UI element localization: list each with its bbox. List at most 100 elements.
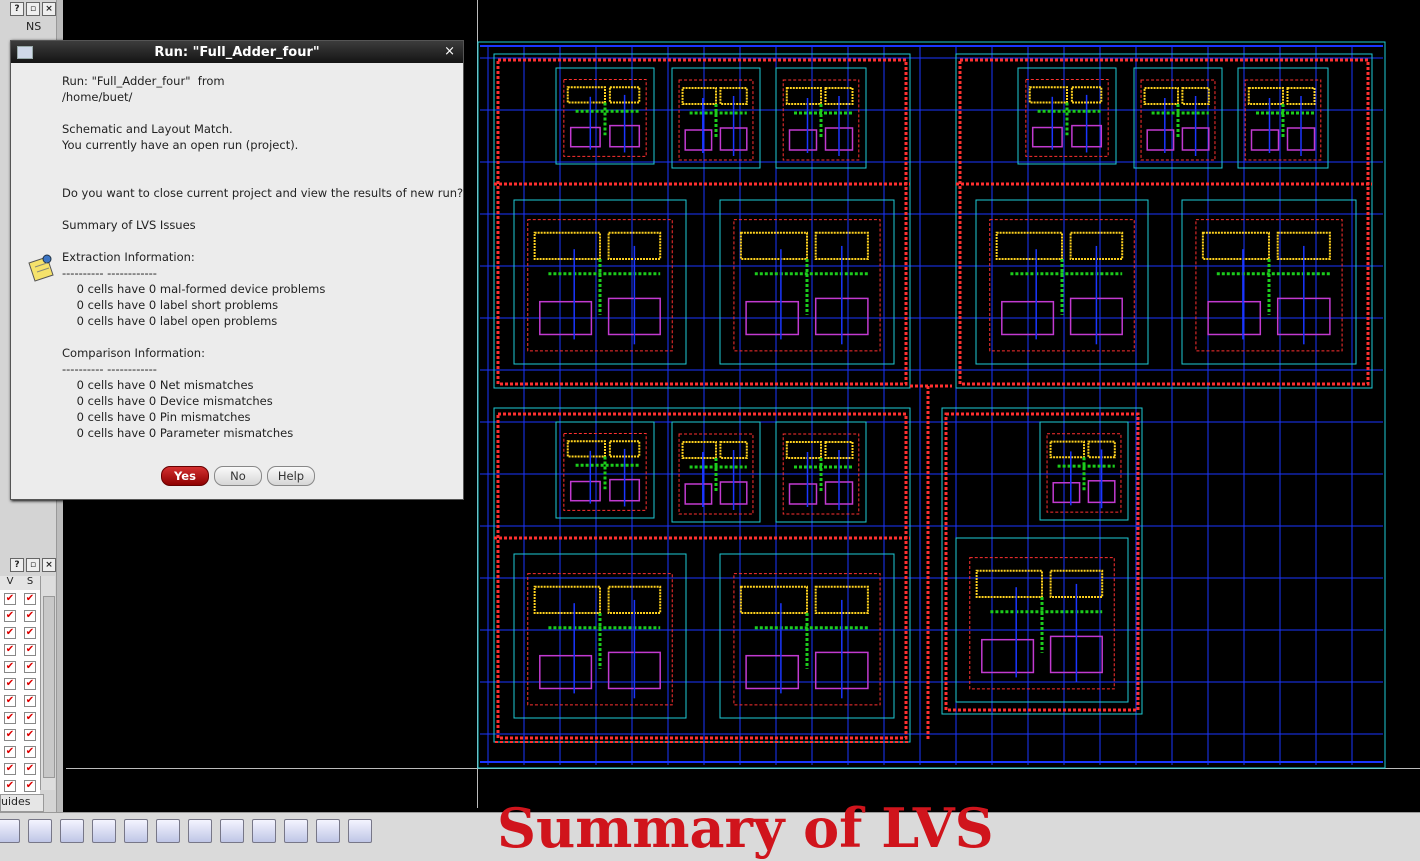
help-icon[interactable]: ? [10,2,24,16]
selectable-checkbox[interactable]: ✔ [24,626,36,639]
selectable-checkbox[interactable]: ✔ [24,745,36,758]
layer-visibility-table: V S ✔ ✔ ✔ ✔ ✔ ✔ ✔ ✔ ✔ ✔ ✔ ✔ ✔ ✔ ✔ ✔ ✔ ✔ ✔ ✔ ✔ ✔ ✔ ✔ [0,576,40,794]
dialog-message-line [62,105,463,121]
dialog-message-line: 0 cells have 0 mal-formed device problem… [62,282,326,296]
hierarchy-icon[interactable] [92,819,116,843]
eye-icon[interactable] [188,819,212,843]
ruler-icon[interactable] [156,819,180,843]
visible-checkbox[interactable]: ✔ [4,694,16,707]
close-icon[interactable]: × [42,2,56,16]
vs-table-scrollbar[interactable] [40,576,55,790]
metal2-ring [944,412,1140,712]
visible-checkbox[interactable]: ✔ [4,677,16,690]
selectable-checkbox[interactable]: ✔ [24,677,36,690]
descend-icon[interactable] [316,819,340,843]
subcell-boundary [555,421,655,519]
contact-row [566,86,607,104]
info-note-icon [28,254,54,282]
zoom-select-icon[interactable] [252,819,276,843]
dialog-message-line: ---------- ------------ [62,266,157,280]
subcell-boundary [671,421,761,523]
dialog-message-line [62,233,463,249]
selectable-checkbox[interactable]: ✔ [24,609,36,622]
subcell-boundary [1133,67,1223,169]
open-cell-icon[interactable] [124,819,148,843]
selectable-checkbox[interactable]: ✔ [24,762,36,775]
visible-checkbox[interactable]: ✔ [4,779,16,792]
contact-row [1247,87,1285,105]
select-tool-icon[interactable] [0,819,20,843]
contact-row [533,231,602,261]
layer-row: ✔ ✔ [0,777,40,794]
device [1146,129,1175,151]
visible-checkbox[interactable]: ✔ [4,626,16,639]
vs-panel-header-controls: ? ▫ × [0,556,56,574]
close-icon[interactable]: × [42,558,56,572]
device [745,654,800,690]
restore-icon[interactable]: ▫ [26,558,40,572]
contact-row [1201,231,1271,261]
fit-icon[interactable] [284,819,308,843]
selectable-checkbox[interactable]: ✔ [24,643,36,656]
overlay-caption: Summary of LVS [497,796,994,860]
cell-boundary [477,41,1386,769]
device [1031,126,1063,148]
dialog-message-line [62,153,463,169]
selectable-checkbox[interactable]: ✔ [24,728,36,741]
dialog-message: Run: "Full_Adder_four" from/home/buet/Sc… [62,73,463,441]
contact-row [739,585,809,615]
selectable-checkbox[interactable]: ✔ [24,660,36,673]
layer-row: ✔ ✔ [0,675,40,692]
pin-tool-icon[interactable] [28,819,52,843]
panel-header-label: NS [26,20,42,33]
device [1250,129,1280,151]
dialog-message-line: ---------- ------------ [62,362,157,376]
contact-row [975,569,1044,599]
metal2-ring [496,412,908,740]
dialog-message-line: You currently have an open run (project)… [62,138,299,152]
subcell-boundary [1237,67,1329,169]
subcell-boundary [1017,67,1117,165]
panel-header-controls: ? ▫ × [0,0,56,18]
swap-icon[interactable] [348,819,372,843]
selectable-checkbox[interactable]: ✔ [24,711,36,724]
visible-checkbox[interactable]: ✔ [4,592,16,605]
dialog-message-line: /home/buet/ [62,90,133,104]
zoom-box-icon[interactable] [220,819,244,843]
visible-checkbox[interactable]: ✔ [4,762,16,775]
dialog-button-row: Yes No Help [161,466,315,486]
dialog-message-line: 0 cells have 0 Device mismatches [62,394,273,408]
no-button[interactable]: No [214,466,262,486]
visible-checkbox[interactable]: ✔ [4,745,16,758]
layer-row: ✔ ✔ [0,658,40,675]
close-icon[interactable]: × [444,44,455,59]
contact-row [681,441,717,459]
contact-row [739,231,809,261]
dialog-message-line: Schematic and Layout Match. [62,122,233,136]
dialog-titlebar[interactable]: Run: "Full_Adder_four" × [11,41,463,63]
visible-checkbox[interactable]: ✔ [4,660,16,673]
yes-button[interactable]: Yes [161,466,209,486]
restore-icon[interactable]: ▫ [26,2,40,16]
route-tool-icon[interactable] [60,819,84,843]
help-button[interactable]: Help [267,466,315,486]
contact-row [1049,440,1085,459]
selectable-checkbox[interactable]: ✔ [24,779,36,792]
dialog-message-line [62,329,463,345]
layer-row: ✔ ✔ [0,743,40,760]
selectable-checkbox[interactable]: ✔ [24,592,36,605]
selectable-checkbox[interactable]: ✔ [24,694,36,707]
visible-checkbox[interactable]: ✔ [4,711,16,724]
contact-row [566,440,607,458]
adder-boundary [941,407,1143,715]
visible-checkbox[interactable]: ✔ [4,643,16,656]
scrollbar-thumb[interactable] [43,596,55,778]
help-icon[interactable]: ? [10,558,24,572]
dialog-message-line: Run: "Full_Adder_four" from [62,74,225,88]
visible-checkbox[interactable]: ✔ [4,609,16,622]
dialog-message-line: 0 cells have 0 Parameter mismatches [62,426,294,440]
visible-checkbox[interactable]: ✔ [4,728,16,741]
guides-tab[interactable]: uides [0,794,44,812]
device [684,129,713,151]
layer-row: ✔ ✔ [0,692,40,709]
